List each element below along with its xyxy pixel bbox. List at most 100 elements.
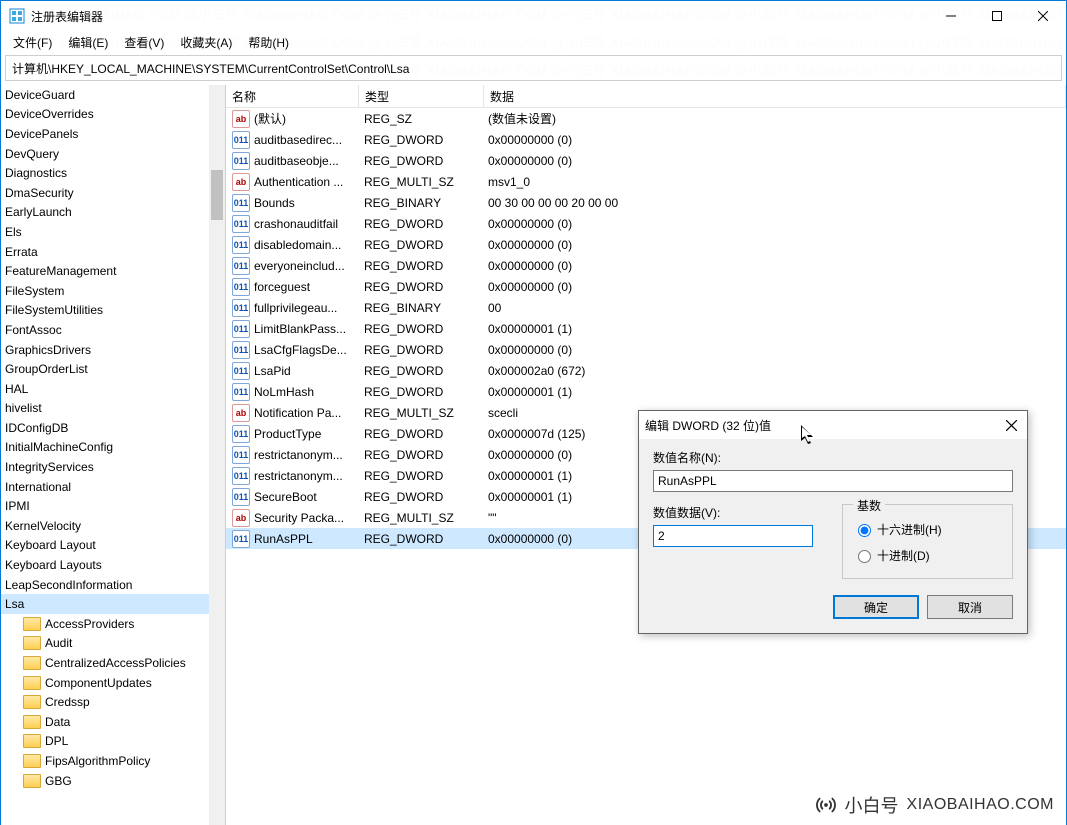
tree-item[interactable]: Keyboard Layouts <box>1 555 225 575</box>
value-row[interactable]: 011auditbaseobje...REG_DWORD0x00000000 (… <box>226 150 1066 171</box>
tree-item[interactable]: FontAssoc <box>1 320 225 340</box>
tree-item-label: Diagnostics <box>5 166 67 180</box>
value-row[interactable]: 011crashonauditfailREG_DWORD0x00000000 (… <box>226 213 1066 234</box>
menu-item[interactable]: 收藏夹(A) <box>172 32 240 53</box>
col-name[interactable]: 名称 <box>226 85 359 107</box>
value-type: REG_DWORD <box>358 490 482 504</box>
maximize-button[interactable] <box>974 1 1020 31</box>
tree-item[interactable]: GraphicsDrivers <box>1 340 225 360</box>
tree-item[interactable]: DPL <box>1 732 225 752</box>
value-type: REG_DWORD <box>358 427 482 441</box>
value-row[interactable]: 011NoLmHashREG_DWORD0x00000001 (1) <box>226 381 1066 402</box>
tree-item[interactable]: DevQuery <box>1 144 225 164</box>
ok-button[interactable]: 确定 <box>833 595 919 619</box>
tree-item[interactable]: HAL <box>1 379 225 399</box>
value-type: REG_DWORD <box>358 280 482 294</box>
value-name: Security Packa... <box>254 511 344 525</box>
tree-item[interactable]: GBG <box>1 771 225 791</box>
tree-item[interactable]: IPMI <box>1 496 225 516</box>
radio-dec-input[interactable] <box>858 550 871 563</box>
tree-item[interactable]: ComponentUpdates <box>1 673 225 693</box>
regedit-icon <box>9 8 25 24</box>
tree-item[interactable]: DmaSecurity <box>1 183 225 203</box>
tree-item[interactable]: InitialMachineConfig <box>1 438 225 458</box>
menu-item[interactable]: 查看(V) <box>116 32 172 53</box>
value-row[interactable]: 011LsaCfgFlagsDe...REG_DWORD0x00000000 (… <box>226 339 1066 360</box>
tree-item[interactable]: FeatureManagement <box>1 261 225 281</box>
tree-scrollbar[interactable] <box>209 85 225 825</box>
tree-item-label: Audit <box>45 636 72 650</box>
tree-item[interactable]: Data <box>1 712 225 732</box>
address-bar[interactable]: 计算机\HKEY_LOCAL_MACHINE\SYSTEM\CurrentCon… <box>5 55 1062 81</box>
tree-item[interactable]: IDConfigDB <box>1 418 225 438</box>
binary-value-icon: 011 <box>232 383 250 401</box>
value-row[interactable]: 011LimitBlankPass...REG_DWORD0x00000001 … <box>226 318 1066 339</box>
radio-dec[interactable]: 十进制(D) <box>853 544 1002 566</box>
value-type: REG_SZ <box>358 112 482 126</box>
col-data[interactable]: 数据 <box>484 85 1066 107</box>
cancel-button[interactable]: 取消 <box>927 595 1013 619</box>
value-data: 0x00000000 (0) <box>482 238 1066 252</box>
value-type: REG_DWORD <box>358 154 482 168</box>
tree-item[interactable]: IntegrityServices <box>1 457 225 477</box>
value-row[interactable]: 011BoundsREG_BINARY00 30 00 00 00 20 00 … <box>226 192 1066 213</box>
value-type: REG_MULTI_SZ <box>358 175 482 189</box>
value-type: REG_DWORD <box>358 133 482 147</box>
radio-hex[interactable]: 十六进制(H) <box>853 518 1002 540</box>
tree-item[interactable]: Diagnostics <box>1 163 225 183</box>
value-row[interactable]: 011fullprivilegeau...REG_BINARY00 <box>226 297 1066 318</box>
col-type[interactable]: 类型 <box>359 85 484 107</box>
value-row[interactable]: 011auditbasedirec...REG_DWORD0x00000000 … <box>226 129 1066 150</box>
tree-item-label: Data <box>45 715 70 729</box>
tree-item[interactable]: AccessProviders <box>1 614 225 634</box>
tree-item-label: HAL <box>5 382 28 396</box>
tree-item[interactable]: Keyboard Layout <box>1 536 225 556</box>
tree-item[interactable]: Credssp <box>1 692 225 712</box>
registry-editor-window: @小白号 XIAOBAIHAO.COM @小白号 XIAOBAIHAO.COM … <box>0 0 1067 825</box>
value-name: Notification Pa... <box>254 406 341 420</box>
value-row[interactable]: 011forceguestREG_DWORD0x00000000 (0) <box>226 276 1066 297</box>
value-data-input[interactable] <box>653 525 813 547</box>
menu-item[interactable]: 文件(F) <box>5 32 60 53</box>
value-type: REG_DWORD <box>358 217 482 231</box>
tree-item[interactable]: CentralizedAccessPolicies <box>1 653 225 673</box>
tree-item[interactable]: Els <box>1 222 225 242</box>
titlebar: 注册表编辑器 <box>1 1 1066 31</box>
list-header[interactable]: 名称 类型 数据 <box>226 85 1066 108</box>
tree-item[interactable]: International <box>1 477 225 497</box>
value-name-input[interactable] <box>653 470 1013 492</box>
value-row[interactable]: 011everyoneinclud...REG_DWORD0x00000000 … <box>226 255 1066 276</box>
tree-item[interactable]: FipsAlgorithmPolicy <box>1 751 225 771</box>
value-row[interactable]: 011LsaPidREG_DWORD0x000002a0 (672) <box>226 360 1066 381</box>
scrollbar-thumb[interactable] <box>211 170 223 220</box>
tree-item[interactable]: FileSystem <box>1 281 225 301</box>
binary-value-icon: 011 <box>232 320 250 338</box>
close-button[interactable] <box>1020 1 1066 31</box>
value-row[interactable]: 011disabledomain...REG_DWORD0x00000000 (… <box>226 234 1066 255</box>
tree-item[interactable]: DeviceGuard <box>1 85 225 105</box>
tree-item[interactable]: EarlyLaunch <box>1 203 225 223</box>
tree-item[interactable]: DevicePanels <box>1 124 225 144</box>
minimize-button[interactable] <box>928 1 974 31</box>
value-name: fullprivilegeau... <box>254 301 337 315</box>
tree-item[interactable]: FileSystemUtilities <box>1 301 225 321</box>
tree-item[interactable]: hivelist <box>1 399 225 419</box>
menu-item[interactable]: 编辑(E) <box>60 32 116 53</box>
tree-item[interactable]: Errata <box>1 242 225 262</box>
tree-item[interactable]: LeapSecondInformation <box>1 575 225 595</box>
radio-hex-input[interactable] <box>858 524 871 537</box>
value-data: 0x000002a0 (672) <box>482 364 1066 378</box>
dialog-close-button[interactable] <box>1001 415 1021 435</box>
value-data-label: 数值数据(V): <box>653 504 824 521</box>
tree-item[interactable]: KernelVelocity <box>1 516 225 536</box>
tree-item[interactable]: DeviceOverrides <box>1 105 225 125</box>
tree-item-selected[interactable]: Lsa <box>1 594 225 614</box>
value-type: REG_DWORD <box>358 343 482 357</box>
binary-value-icon: 011 <box>232 488 250 506</box>
value-row[interactable]: abAuthentication ...REG_MULTI_SZmsv1_0 <box>226 171 1066 192</box>
tree-item[interactable]: GroupOrderList <box>1 359 225 379</box>
tree-item[interactable]: Audit <box>1 634 225 654</box>
menu-item[interactable]: 帮助(H) <box>240 32 297 53</box>
value-row[interactable]: ab(默认)REG_SZ(数值未设置) <box>226 108 1066 129</box>
tree-pane[interactable]: DeviceGuardDeviceOverridesDevicePanelsDe… <box>1 85 226 825</box>
